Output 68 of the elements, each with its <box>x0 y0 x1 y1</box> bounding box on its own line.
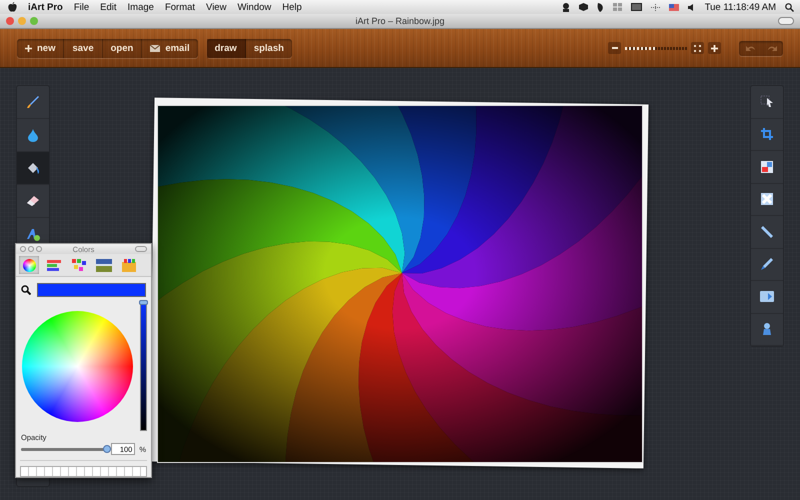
undo-arrow-icon <box>746 45 754 51</box>
menu-item[interactable]: Window <box>237 2 272 12</box>
arrows-icon[interactable] <box>650 4 660 10</box>
color-mode-tab[interactable] <box>119 256 139 274</box>
zoom-slider[interactable] <box>625 46 687 50</box>
palette-icon <box>71 258 87 272</box>
redo-arrow-icon <box>768 45 776 51</box>
app-menu[interactable]: iArt Pro <box>28 2 63 12</box>
menu-item[interactable]: Image <box>128 2 154 12</box>
tool-button[interactable] <box>17 152 49 185</box>
envelope-icon <box>150 44 160 52</box>
landscape-icon <box>96 258 112 272</box>
drop-icon <box>28 128 38 142</box>
color-wheel-icon <box>22 258 36 272</box>
close-button[interactable] <box>6 17 14 25</box>
mode-tab[interactable]: splash <box>246 38 292 58</box>
color-mode-tab[interactable] <box>19 256 39 274</box>
stamp-icon <box>761 322 773 336</box>
swatch-strip[interactable] <box>20 466 147 477</box>
fit-button[interactable] <box>691 42 704 54</box>
speaker-icon[interactable] <box>688 4 696 10</box>
select-arrow-icon <box>760 95 774 108</box>
pencil-icon <box>760 257 774 272</box>
color-mode-tab[interactable] <box>69 256 89 274</box>
color-swatch[interactable] <box>37 283 146 297</box>
image-icon <box>761 160 773 173</box>
apple-icon <box>8 2 17 12</box>
menu-item[interactable]: File <box>74 2 90 12</box>
bucket-icon <box>26 162 40 174</box>
plus-icon <box>25 44 32 52</box>
minus-icon <box>612 47 618 49</box>
corners-icon <box>694 44 701 52</box>
zoom-in-button[interactable] <box>708 42 721 54</box>
new-button[interactable]: new <box>17 38 64 58</box>
plus-icon <box>711 44 718 52</box>
search-icon[interactable] <box>785 2 794 12</box>
slider-thumb[interactable] <box>139 300 148 305</box>
window-title: iArt Pro – Rainbow.jpg <box>355 16 445 26</box>
box-icon[interactable] <box>578 3 588 11</box>
sliders-icon <box>46 258 62 272</box>
figure-icon[interactable] <box>562 2 570 12</box>
slider-thumb[interactable] <box>103 444 112 452</box>
zoom-out-button[interactable] <box>608 42 621 54</box>
shape-plus-icon <box>26 228 40 240</box>
cross-icon <box>761 193 773 206</box>
display-icon[interactable] <box>630 3 642 11</box>
email-button[interactable]: email <box>142 38 198 58</box>
menu-item[interactable]: Help <box>282 2 302 12</box>
toolbar-toggle-button[interactable] <box>778 17 794 25</box>
clock[interactable]: Tue 11:18:49 AM <box>704 2 776 12</box>
card-icon <box>760 291 774 302</box>
flag-icon[interactable] <box>668 4 679 10</box>
menu-item[interactable]: View <box>206 2 226 12</box>
toolbar-toggle-button[interactable] <box>135 246 147 252</box>
magnifier-icon[interactable] <box>21 285 31 295</box>
ruler-icon <box>760 224 774 239</box>
mode-tab[interactable]: draw <box>206 38 246 58</box>
brush-icon <box>26 95 40 109</box>
save-button[interactable]: save <box>64 38 103 58</box>
color-mode-tab[interactable] <box>94 256 114 274</box>
crop-icon <box>761 128 773 140</box>
menu-item[interactable]: Edit <box>100 2 117 12</box>
brightness-slider[interactable] <box>140 301 147 431</box>
crayon-box-icon <box>122 258 136 272</box>
leaf-icon[interactable] <box>596 2 604 12</box>
eraser-icon <box>26 195 40 207</box>
menu-item[interactable]: Format <box>164 2 196 12</box>
open-button[interactable]: open <box>102 38 142 58</box>
